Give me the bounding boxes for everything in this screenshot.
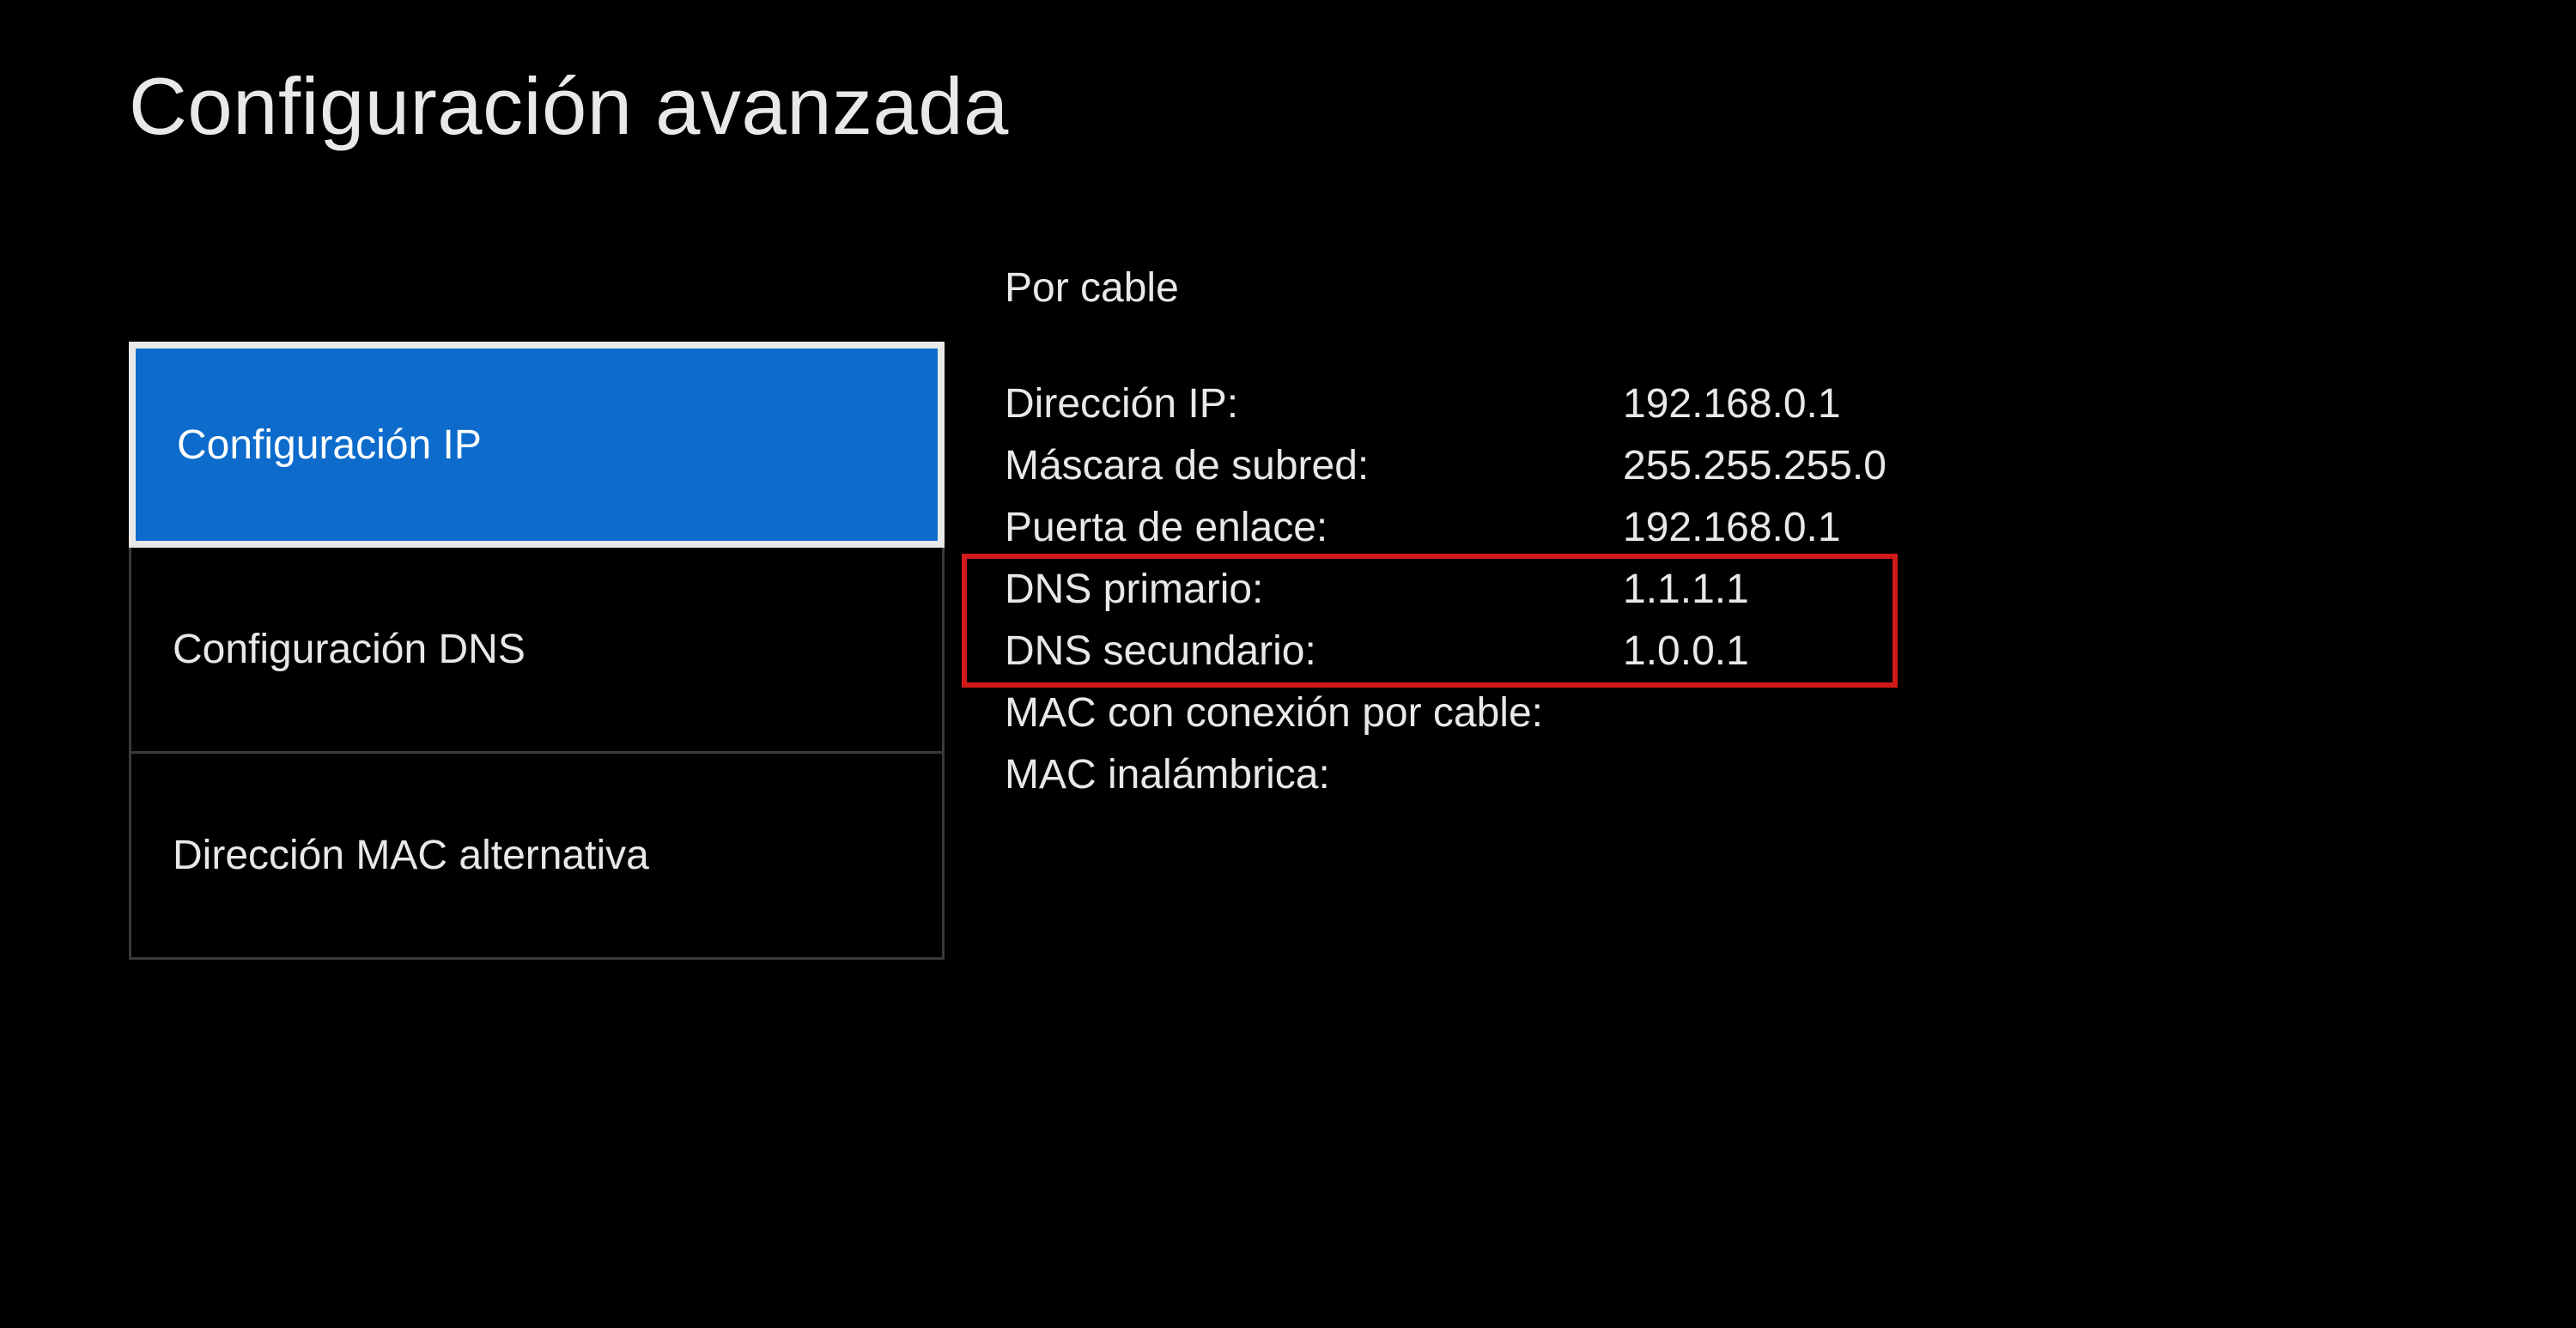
label-gateway: Puerta de enlace: [1005,497,1623,559]
menu-item-label: Dirección MAC alternativa [173,832,649,879]
row-wired-mac: MAC con conexión por cable: [1005,682,1949,744]
row-subnet-mask: Máscara de subred: 255.255.255.0 [1005,435,1949,497]
dns-highlight-box: DNS primario: 1.1.1.1 DNS secundario: 1.… [1005,559,1949,682]
row-ip-address: Dirección IP: 192.168.0.1 [1005,373,1949,435]
label-secondary-dns: DNS secundario: [1005,621,1623,682]
value-primary-dns: 1.1.1.1 [1623,559,1949,621]
label-wired-mac: MAC con conexión por cable: [1005,682,1623,744]
menu-item-label: Configuración DNS [173,626,526,673]
label-subnet-mask: Máscara de subred: [1005,435,1623,497]
value-ip-address: 192.168.0.1 [1623,373,1949,435]
label-ip-address: Dirección IP: [1005,373,1623,435]
page-title: Configuración avanzada [129,60,2447,153]
connection-type-header: Por cable [1005,264,1949,312]
menu-item-alt-mac[interactable]: Dirección MAC alternativa [129,754,945,960]
menu-item-dns-settings[interactable]: Configuración DNS [129,548,945,754]
menu-item-ip-settings[interactable]: Configuración IP [129,342,945,548]
menu-item-label: Configuración IP [177,421,482,469]
value-gateway: 192.168.0.1 [1623,497,1949,559]
network-details-list: Dirección IP: 192.168.0.1 Máscara de sub… [1005,373,1949,806]
value-secondary-dns: 1.0.0.1 [1623,621,1949,682]
label-wireless-mac: MAC inalámbrica: [1005,744,1623,806]
row-secondary-dns: DNS secundario: 1.0.0.1 [1005,621,1949,682]
row-primary-dns: DNS primario: 1.1.1.1 [1005,559,1949,621]
value-subnet-mask: 255.255.255.0 [1623,435,1949,497]
settings-menu: Configuración IP Configuración DNS Direc… [129,342,945,960]
row-gateway: Puerta de enlace: 192.168.0.1 [1005,497,1949,559]
label-primary-dns: DNS primario: [1005,559,1623,621]
row-wireless-mac: MAC inalámbrica: [1005,744,1949,806]
network-info-panel: Por cable Dirección IP: 192.168.0.1 Másc… [1005,264,1949,806]
content-area: Configuración IP Configuración DNS Direc… [129,342,2447,960]
